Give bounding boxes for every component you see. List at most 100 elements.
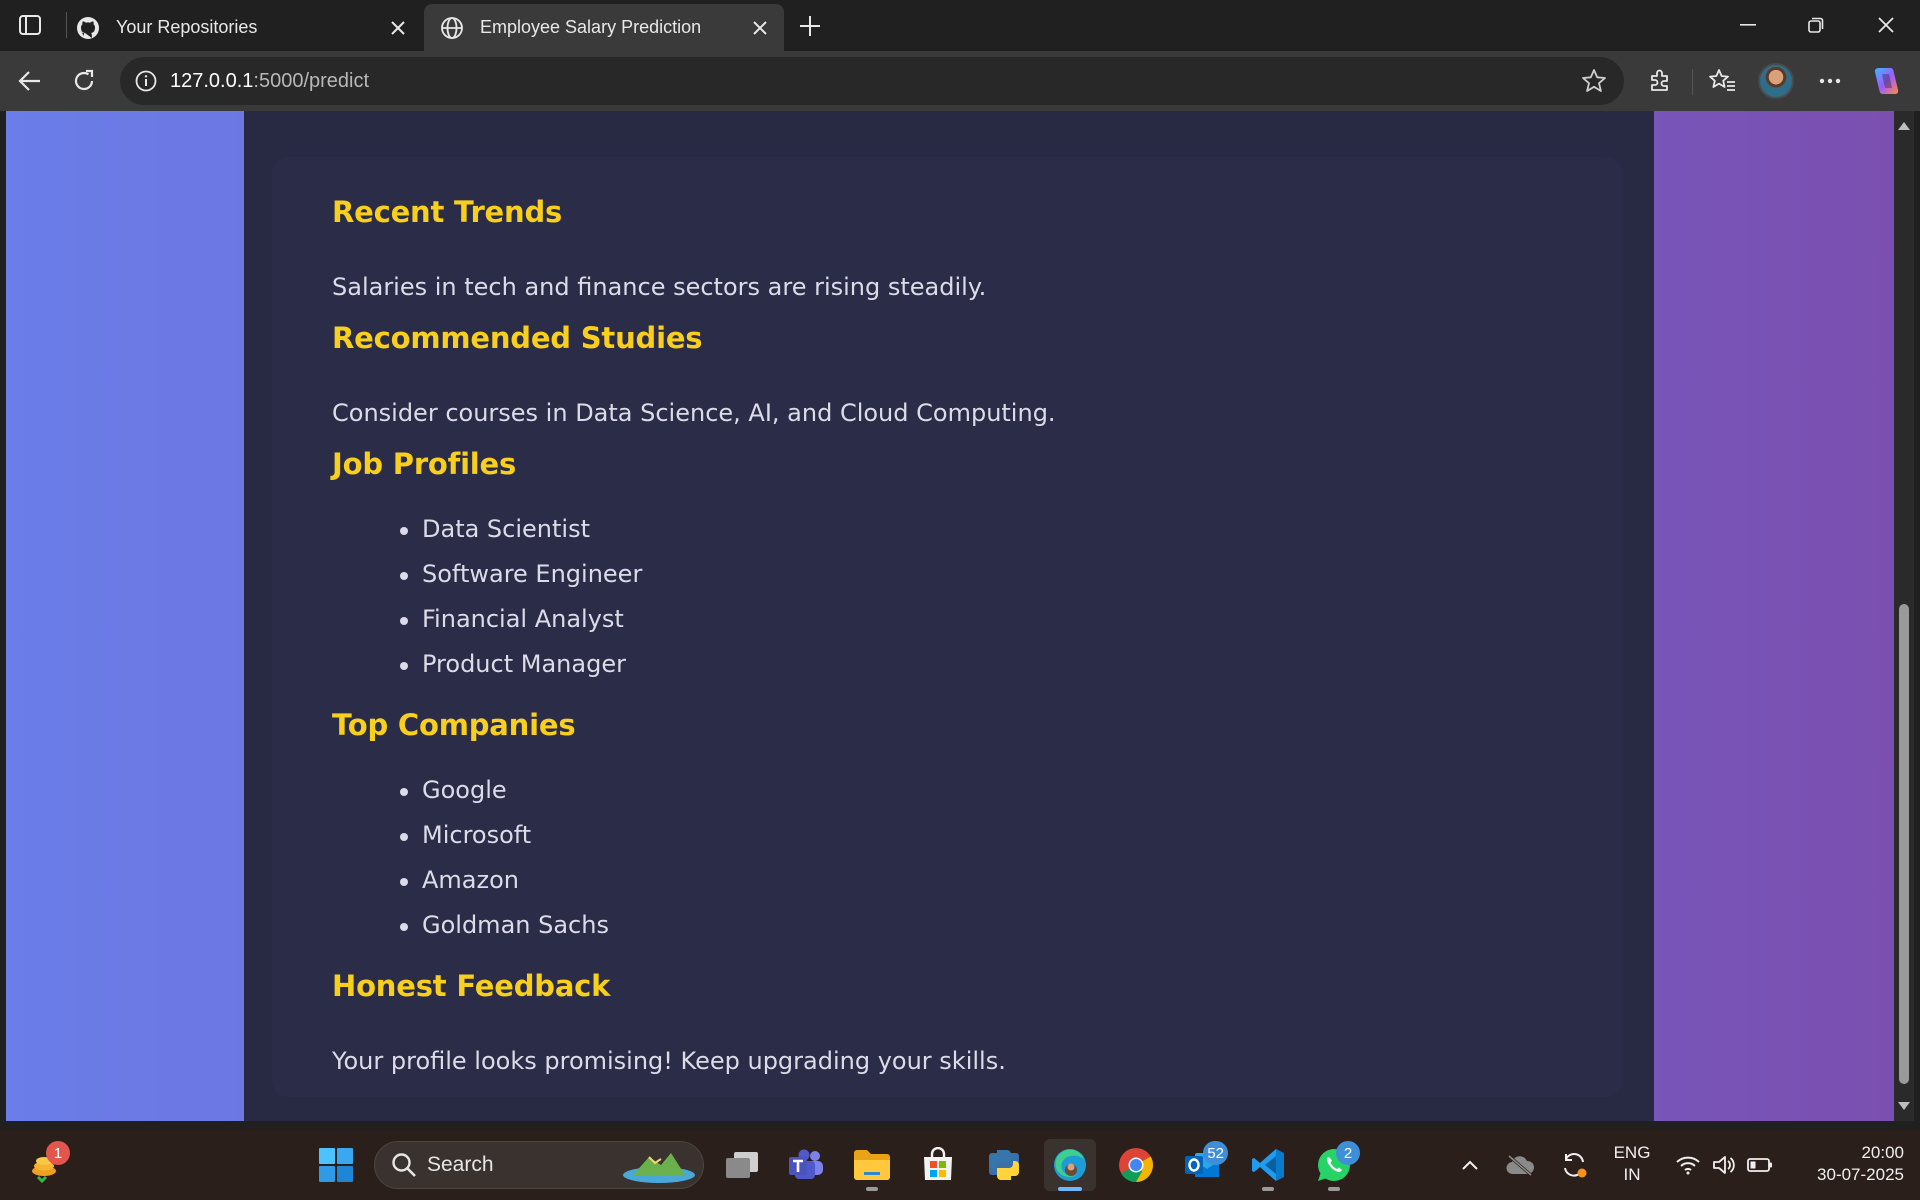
task-view-icon bbox=[726, 1152, 758, 1178]
reload-button[interactable] bbox=[64, 61, 104, 101]
vscode-button[interactable] bbox=[1242, 1139, 1294, 1191]
toolbar-divider bbox=[1692, 69, 1693, 95]
new-tab-button[interactable] bbox=[792, 8, 828, 44]
search-icon bbox=[392, 1153, 416, 1177]
scroll-down-arrow-icon[interactable] bbox=[1896, 1097, 1912, 1115]
extensions-button[interactable] bbox=[1640, 61, 1680, 101]
outlook-button[interactable]: 52 bbox=[1176, 1139, 1228, 1191]
section-heading-recommended-studies: Recommended Studies bbox=[332, 321, 703, 355]
recommended-studies-text: Consider courses in Data Science, AI, an… bbox=[332, 399, 1056, 427]
favorites-button[interactable] bbox=[1702, 61, 1742, 101]
running-indicator bbox=[866, 1187, 878, 1191]
browser-tab-strip: Your Repositories Employee Salary Predic… bbox=[0, 0, 1920, 51]
tab-title: Employee Salary Prediction bbox=[480, 17, 702, 37]
wifi-button[interactable] bbox=[1670, 1139, 1706, 1191]
python-button[interactable] bbox=[978, 1139, 1030, 1191]
store-icon bbox=[924, 1147, 952, 1180]
running-indicator bbox=[1262, 1187, 1274, 1191]
github-icon bbox=[74, 14, 102, 42]
section-heading-job-profiles: Job Profiles bbox=[332, 447, 517, 481]
vscode-icon bbox=[1252, 1149, 1284, 1181]
show-hidden-icons-button[interactable] bbox=[1452, 1139, 1488, 1191]
edge-browser-button[interactable] bbox=[1044, 1139, 1096, 1191]
volume-button[interactable] bbox=[1706, 1139, 1742, 1191]
clock-date: 30-07-2025 bbox=[1817, 1165, 1904, 1184]
tab-actions-menu-button[interactable] bbox=[14, 11, 46, 39]
profile-button[interactable] bbox=[1756, 61, 1796, 101]
list-item: Software Engineer bbox=[332, 552, 642, 597]
settings-more-button[interactable] bbox=[1810, 61, 1850, 101]
results-panel: Recent Trends Salaries in tech and finan… bbox=[244, 111, 1654, 1121]
puzzle-icon bbox=[1651, 69, 1668, 91]
taskbar-search-box[interactable]: Search bbox=[374, 1141, 704, 1189]
section-heading-honest-feedback: Honest Feedback bbox=[332, 969, 611, 1003]
minimize-icon bbox=[1740, 24, 1756, 26]
tab-actions-icon bbox=[19, 15, 41, 35]
copilot-button[interactable] bbox=[1866, 61, 1906, 101]
address-bar[interactable]: 127.0.0.1:5000/predict bbox=[120, 57, 1624, 105]
url-path: :5000/predict bbox=[253, 69, 370, 92]
url-host: 127.0.0.1 bbox=[170, 69, 254, 92]
cloud-offline-icon bbox=[1506, 1154, 1535, 1176]
minimize-button[interactable] bbox=[1718, 4, 1778, 46]
start-button[interactable] bbox=[310, 1139, 362, 1191]
close-window-button[interactable] bbox=[1856, 4, 1916, 46]
insights-card: Recent Trends Salaries in tech and finan… bbox=[272, 157, 1622, 1097]
scrollbar-thumb[interactable] bbox=[1899, 604, 1909, 1084]
scroll-up-arrow-icon[interactable] bbox=[1896, 117, 1912, 135]
list-item: Product Manager bbox=[332, 642, 642, 687]
chrome-icon bbox=[1119, 1148, 1153, 1182]
edge-icon bbox=[1054, 1149, 1086, 1181]
battery-icon bbox=[1747, 1158, 1772, 1172]
teams-icon bbox=[789, 1149, 823, 1179]
list-item: Amazon bbox=[332, 858, 609, 903]
search-highlight-island-icon bbox=[623, 1153, 695, 1183]
chevron-up-icon bbox=[1462, 1160, 1478, 1170]
browser-toolbar: 127.0.0.1:5000/predict bbox=[0, 51, 1920, 111]
clock[interactable]: 20:00 30-07-2025 bbox=[1792, 1142, 1904, 1186]
task-view-button[interactable] bbox=[716, 1139, 768, 1191]
sync-icon bbox=[1564, 1153, 1587, 1178]
list-item: Microsoft bbox=[332, 813, 609, 858]
onedrive-button[interactable] bbox=[1500, 1139, 1540, 1191]
back-button[interactable] bbox=[10, 61, 50, 101]
file-explorer-button[interactable] bbox=[846, 1139, 898, 1191]
windows-logo-icon bbox=[319, 1148, 353, 1182]
tab-employee-salary-prediction[interactable]: Employee Salary Prediction bbox=[424, 4, 784, 51]
url-text[interactable]: 127.0.0.1:5000/predict bbox=[170, 70, 369, 93]
globe-icon bbox=[438, 14, 466, 42]
page-viewport: Recent Trends Salaries in tech and finan… bbox=[6, 111, 1894, 1121]
close-icon[interactable] bbox=[380, 10, 416, 46]
more-dots-icon bbox=[1819, 78, 1841, 84]
wifi-icon bbox=[1676, 1156, 1700, 1175]
running-indicator bbox=[1328, 1187, 1340, 1191]
widgets-button[interactable]: 1 bbox=[20, 1139, 72, 1191]
sync-button[interactable] bbox=[1554, 1139, 1594, 1191]
vertical-scrollbar[interactable] bbox=[1894, 111, 1914, 1121]
close-icon[interactable] bbox=[742, 10, 778, 46]
language-label: ENG bbox=[1613, 1143, 1651, 1162]
chrome-button[interactable] bbox=[1110, 1139, 1162, 1191]
plus-icon bbox=[800, 16, 820, 36]
site-info-icon[interactable] bbox=[122, 57, 170, 105]
list-item: Data Scientist bbox=[332, 507, 642, 552]
language-indicator[interactable]: ENG IN bbox=[1604, 1142, 1660, 1186]
restore-button[interactable] bbox=[1786, 4, 1846, 46]
top-companies-list: Google Microsoft Amazon Goldman Sachs bbox=[332, 768, 609, 948]
tab-your-repositories[interactable]: Your Repositories bbox=[60, 4, 422, 51]
teams-button[interactable] bbox=[780, 1139, 832, 1191]
microsoft-store-button[interactable] bbox=[912, 1139, 964, 1191]
region-label: IN bbox=[1623, 1165, 1641, 1184]
whatsapp-button[interactable]: 2 bbox=[1308, 1139, 1360, 1191]
avatar bbox=[1758, 63, 1794, 99]
battery-button[interactable] bbox=[1742, 1139, 1778, 1191]
folder-icon bbox=[854, 1150, 890, 1180]
favorite-star-icon[interactable] bbox=[1576, 63, 1612, 99]
back-arrow-icon bbox=[18, 71, 40, 91]
tab-title: Your Repositories bbox=[116, 17, 258, 37]
honest-feedback-text: Your profile looks promising! Keep upgra… bbox=[332, 1047, 1006, 1075]
windows-taskbar: 1 Search 52 2 ENG IN 20:00 30-07-2025 bbox=[0, 1129, 1920, 1200]
running-indicator bbox=[1058, 1187, 1082, 1191]
speaker-icon bbox=[1713, 1156, 1735, 1174]
section-heading-top-companies: Top Companies bbox=[332, 708, 576, 742]
